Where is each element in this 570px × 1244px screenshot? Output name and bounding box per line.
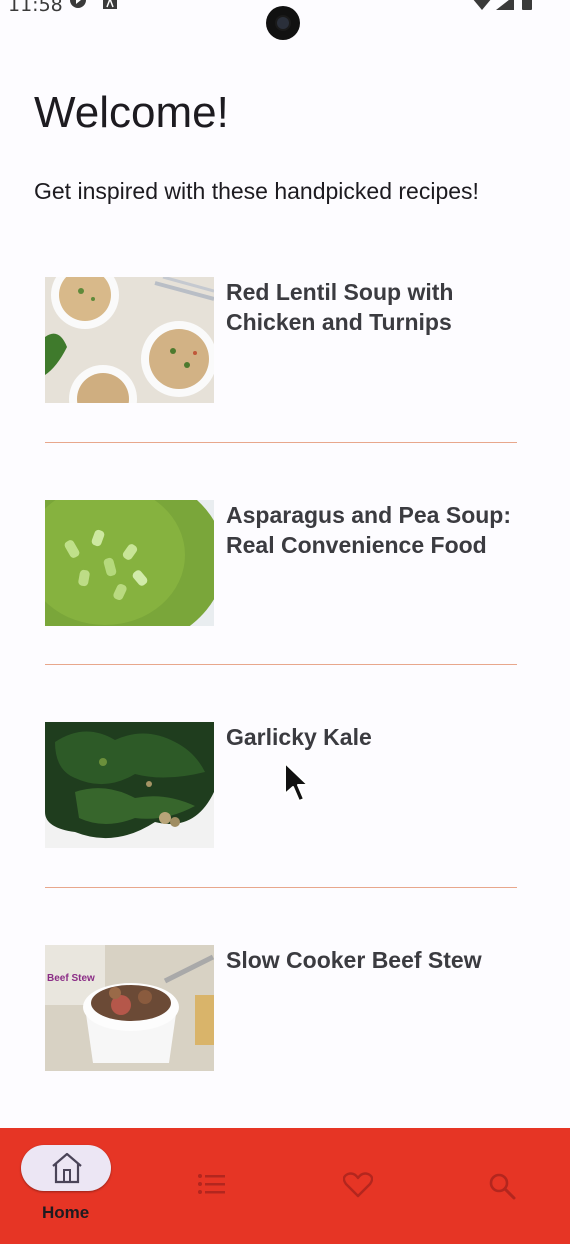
home-icon (50, 1152, 84, 1189)
nav-home-label: Home (42, 1203, 90, 1222)
recipe-card[interactable]: Asparagus and Pea Soup: Real Convenience… (45, 500, 517, 626)
nav-item-favorites[interactable] (308, 1128, 408, 1244)
recipe-card[interactable]: Red Lentil Soup with Chicken and Turnips (45, 277, 517, 403)
heart-icon (342, 1172, 374, 1203)
list-icon (197, 1172, 225, 1201)
kale-photo (45, 722, 214, 848)
recipe-title: Red Lentil Soup with Chicken and Turnips (226, 279, 454, 335)
recipe-title: Garlicky Kale (226, 724, 372, 750)
divider (45, 887, 517, 888)
divider (45, 664, 517, 665)
divider (45, 442, 517, 443)
signal-icon (496, 0, 514, 15)
nav-item-home[interactable]: Home (0, 1128, 140, 1244)
wifi-icon (472, 0, 492, 15)
bottom-navigation: Home (0, 1128, 570, 1244)
mouse-cursor-icon (284, 762, 310, 811)
search-icon (488, 1172, 516, 1205)
nav-item-search[interactable] (456, 1128, 556, 1244)
recipe-card[interactable]: Garlicky Kale (45, 722, 517, 848)
beef-stew-photo: Beef Stew (45, 945, 214, 1071)
page-title: Welcome! (34, 88, 229, 137)
lentil-soup-photo (45, 277, 214, 403)
font-icon (103, 0, 117, 14)
photo-watermark-label: Beef Stew (47, 973, 95, 984)
camera-cutout (266, 6, 300, 40)
asparagus-soup-photo (45, 500, 214, 626)
page-subtitle: Get inspired with these handpicked recip… (34, 178, 479, 204)
nav-item-list[interactable] (160, 1128, 260, 1244)
recipe-title: Asparagus and Pea Soup: Real Convenience… (226, 502, 512, 558)
recipe-title: Slow Cooker Beef Stew (226, 947, 482, 973)
play-store-icon (70, 0, 86, 15)
recipe-card[interactable]: Beef Stew Slow Cooker Beef Stew (45, 945, 517, 1071)
battery-icon (522, 0, 532, 15)
status-time: 11:58 (8, 0, 63, 16)
